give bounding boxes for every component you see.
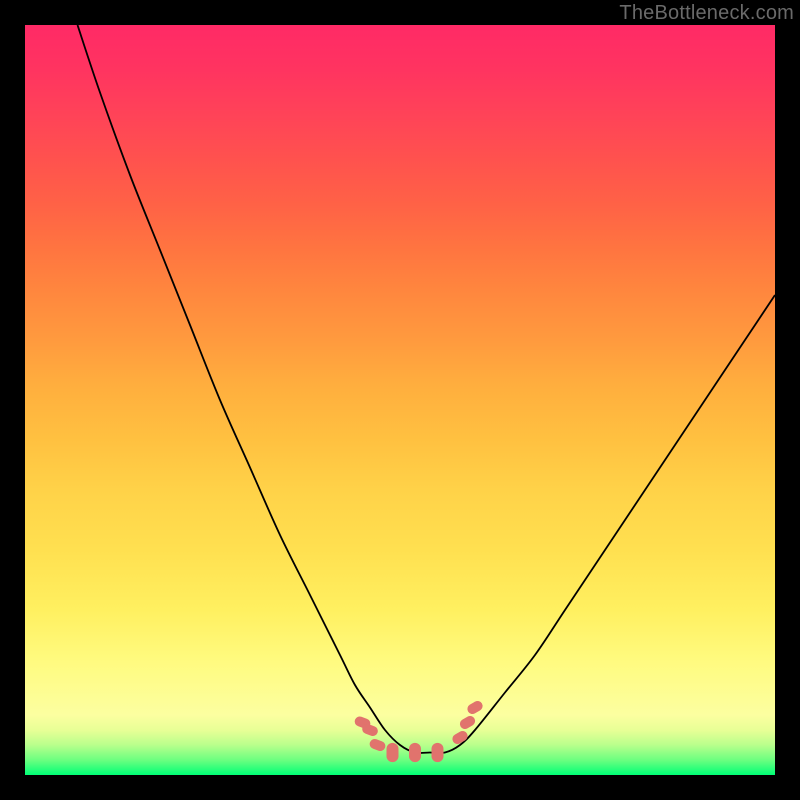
marker-point [432,743,444,762]
curve-path [78,25,776,753]
plot-svg [25,25,775,775]
marker-point [368,738,386,753]
plot-area [25,25,775,775]
marker-point [409,743,421,762]
watermark-text: TheBottleneck.com [619,2,794,25]
marker-point [458,714,477,731]
marker-point [451,729,470,746]
marker-point [387,743,399,762]
marker-group [353,699,484,762]
chart-frame: TheBottleneck.com [0,0,800,800]
marker-point [466,699,485,716]
